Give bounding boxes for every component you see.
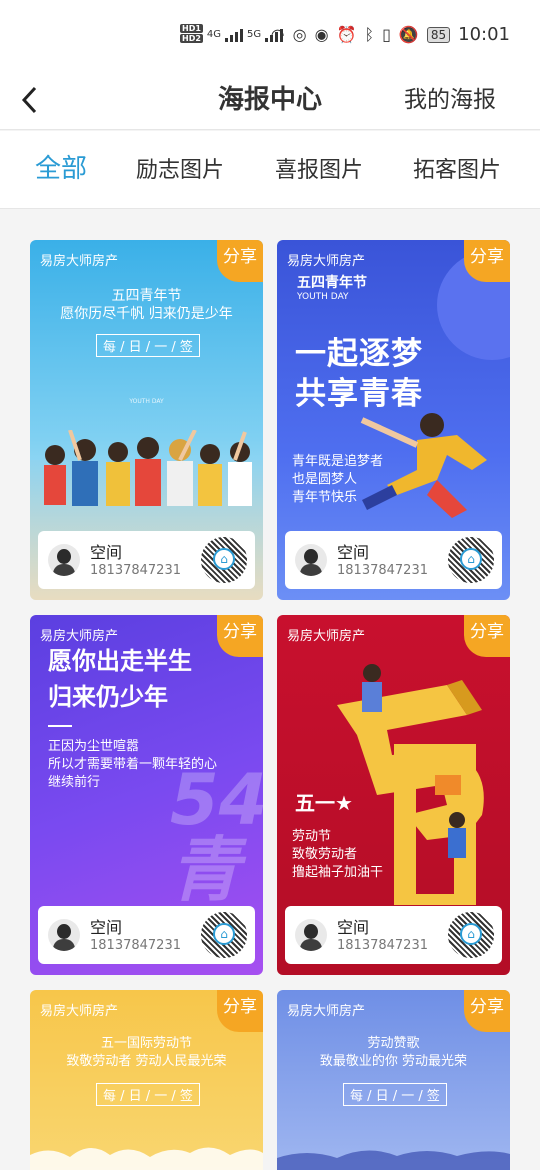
poster-line-2: 愿你历尽千帆 归来仍是少年 [60,306,233,322]
poster-line-2: 所以才需要带着一颗年轻的心 [48,757,218,772]
poster-line-1: 青年既是追梦者 [292,454,384,469]
brand-name: 易房大师房产 [40,1004,119,1019]
share-button[interactable]: 分享 [217,615,263,657]
home-icon: ⌂ [460,923,482,945]
agent-card: 空间 18137847231 ⌂ [285,531,502,589]
agent-card: 空间 18137847231 ⌂ [285,906,502,964]
agent-name: 空间 [337,543,370,562]
share-button[interactable]: 分享 [464,615,510,657]
poster-big-2: 共享青春 [295,376,423,412]
poster-card[interactable]: 易房大师房产 分享 五一★ 劳动节 致敬劳动者 撸起袖子加油干 空间 18137… [277,615,510,975]
divider [48,725,72,727]
vibrate-icon: ▯ [382,25,391,44]
poster-card[interactable]: 易房大师房产 分享 劳动赞歌 致最敬业的你 劳动最光荣 每 / 日 / 一 / … [277,990,510,1170]
poster-line-2: 致最敬业的你 劳动最光荣 [319,1054,468,1069]
brand-name: 易房大师房产 [40,254,119,269]
daily-stamp: 每 / 日 / 一 / 签 [343,1083,447,1106]
daily-stamp: 每 / 日 / 一 / 签 [96,334,200,357]
poster-line-1: 劳动节 [292,829,332,844]
poster-line-2: 也是圆梦人 [292,472,358,487]
agent-phone: 18137847231 [337,563,428,578]
avatar [295,919,327,951]
poster-line-1: 正因为尘世喧嚣 [48,739,140,754]
crowd-illustration [44,430,252,506]
network-4g-label: 4G [206,28,222,40]
tab-customer[interactable]: 拓客图片 [413,151,501,191]
poster-card[interactable]: 易房大师房产 分享 五四青年节 愿你历尽千帆 归来仍是少年 每 / 日 / 一 … [30,240,263,600]
agent-card: 空间 18137847231 ⌂ [38,906,255,964]
mute-icon: 🔕 [398,25,419,44]
home-icon: ⌂ [460,548,482,570]
network-5g-label: 5G [247,28,262,40]
poster-big-2: 归来仍少年 [48,683,168,711]
poster-line-3: 撸起袖子加油干 [292,865,384,880]
agent-card: 空间 18137847231 ⌂ [38,531,255,589]
tab-good-news[interactable]: 喜报图片 [275,151,363,191]
network-indicators: HD1 HD2 4G 5G [180,24,284,44]
poster-card[interactable]: 易房大师房产 分享 五四青年节 YOUTH DAY 一起逐梦 共享青春 青年既是… [277,240,510,600]
poster-line-1: 劳动赞歌 [367,1036,420,1051]
agent-phone: 18137847231 [90,938,181,953]
brand-name: 易房大师房产 [287,1004,366,1019]
runner-illustration [360,413,487,518]
poster-line-1: 五一国际劳动节 [100,1036,192,1051]
share-button[interactable]: 分享 [464,990,510,1032]
poster-card[interactable]: 54青 易房大师房产 分享 愿你出走半生 归来仍少年 正因为尘世喧嚣 所以才需要… [30,615,263,975]
hotspot-icon: ◎ [292,25,307,44]
poster-line-2: 致敬劳动者 劳动人民最光荣 [66,1054,227,1069]
status-bar: HD1 HD2 4G 5G ◠ ◎ ◉ ⏰ ᛒ ▯ 🔕 85 10:01 [0,0,540,70]
agent-name: 空间 [90,543,123,562]
daily-stamp: 每 / 日 / 一 / 签 [96,1083,200,1106]
crowd-silhouette [30,1147,263,1170]
alarm-icon: ⏰ [336,25,357,44]
poster-line-3: 青年节快乐 [292,490,358,505]
agent-name: 空间 [90,918,123,937]
avatar [48,544,80,576]
poster-heading: 五四青年节 [297,275,367,291]
avatar [48,919,80,951]
poster-line-3: 继续前行 [48,775,101,790]
agent-name: 空间 [337,918,370,937]
poster-deco-text: 54青 [170,759,263,911]
poster-big: 五一★ [295,791,353,815]
nav-header: 海报中心 我的海报 [0,70,540,130]
share-button[interactable]: 分享 [217,240,263,282]
agent-phone: 18137847231 [90,563,181,578]
bluetooth-icon: ᛒ [364,25,375,44]
brand-name: 易房大师房产 [287,629,366,644]
status-icons: ◠ ◎ ◉ ⏰ ᛒ ▯ 🔕 85 10:01 [271,24,510,45]
agent-phone: 18137847231 [337,938,428,953]
share-button[interactable]: 分享 [464,240,510,282]
crowd-silhouette [277,1150,510,1170]
poster-big-1: 愿你出走半生 [48,647,192,675]
brand-name: 易房大师房产 [287,254,366,269]
signal-icon [225,26,244,42]
poster-card[interactable]: 易房大师房产 分享 五一国际劳动节 致敬劳动者 劳动人民最光荣 每 / 日 / … [30,990,263,1170]
avatar [295,544,327,576]
poster-line-2: 致敬劳动者 [292,847,358,862]
poster-tiny-label: YOUTH DAY [129,398,164,405]
poster-big-1: 一起逐梦 [295,336,423,372]
eye-icon: ◉ [314,25,329,44]
wifi-icon: ◠ [270,25,285,44]
tab-inspiration[interactable]: 励志图片 [136,151,224,191]
clock: 10:01 [458,24,510,45]
hd-icon: HD1 HD2 [180,24,203,43]
poster-line-1: 五四青年节 [111,288,182,304]
share-button[interactable]: 分享 [217,990,263,1032]
poster-sub: YOUTH DAY [297,292,349,302]
battery-icon: 85 [426,26,451,43]
category-tabs: 全部 励志图片 喜报图片 拓客图片 [0,131,540,209]
tab-all[interactable]: 全部 [35,149,87,189]
home-icon: ⌂ [213,548,235,570]
home-icon: ⌂ [213,923,235,945]
my-posters-link[interactable]: 我的海报 [404,80,496,120]
